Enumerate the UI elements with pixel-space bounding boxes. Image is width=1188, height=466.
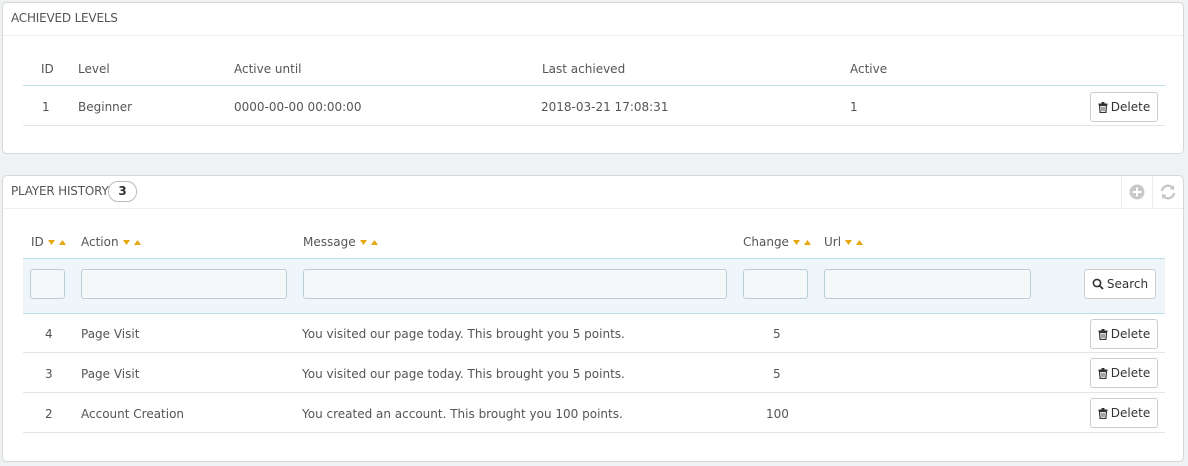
row-divider [23,352,1165,353]
sort-asc-icon[interactable] [58,239,66,245]
filter-url-input[interactable] [824,269,1031,299]
sort-asc-icon[interactable] [856,239,864,245]
sort-controls [792,236,813,250]
player-history-panel: PLAYER HISTORY 3 ID Action Message Chang… [2,175,1184,462]
cell-last-achieved: 2018-03-21 17:08:31 [541,100,669,114]
sort-desc-icon[interactable] [122,239,130,245]
search-label: Search [1106,277,1149,291]
filter-row: Search [23,258,1165,314]
sort-controls [359,236,380,250]
cell-level: Beginner [78,100,133,114]
sort-controls [845,236,865,250]
cell-change: 5 [773,367,781,381]
delete-button[interactable]: Delete [1090,319,1158,349]
column-header-label: Action [81,235,119,249]
row-divider [23,432,1165,433]
delete-button[interactable]: Delete [1090,358,1158,388]
column-header-label: Url [824,235,842,249]
column-header-label: Message [303,235,356,249]
row-divider [23,125,1165,126]
column-header-level: Level [78,62,110,76]
panel-heading: PLAYER HISTORY 3 [3,176,1183,209]
sort-desc-icon[interactable] [47,239,55,245]
cell-message: You visited our page today. This brought… [302,327,625,341]
cell-id: 1 [42,100,50,114]
trash-icon [1098,328,1108,340]
column-header-url: Url [824,235,865,250]
cell-change: 5 [773,327,781,341]
refresh-button[interactable] [1152,176,1183,208]
cell-change: 100 [766,407,789,421]
delete-label: Delete [1110,406,1151,420]
delete-label: Delete [1110,366,1151,380]
trash-icon [1098,101,1108,113]
cell-action: Page Visit [81,327,140,341]
panel-title: PLAYER HISTORY [11,184,109,198]
cell-id: 3 [45,367,53,381]
sort-controls [47,236,68,250]
trash-icon [1098,367,1108,379]
filter-action-input[interactable] [81,269,287,299]
column-header-label: Change [743,235,789,249]
panel-toolbar [1121,176,1183,208]
cell-active-until: 0000-00-00 00:00:00 [234,100,362,114]
panel-heading: ACHIEVED LEVELS [3,3,1183,36]
column-header-label: ID [31,235,44,249]
cell-action: Account Creation [81,407,185,421]
column-header-active: Active [850,62,888,76]
column-header-message: Message [303,235,380,250]
column-header-change: Change [743,235,813,250]
cell-active: 1 [850,100,858,114]
column-header-action: Action [81,235,143,250]
count-badge: 3 [108,181,137,202]
search-icon [1092,278,1104,290]
achieved-levels-panel: ACHIEVED LEVELS ID Level Active until La… [2,2,1184,154]
delete-label: Delete [1110,100,1151,114]
column-header-id: ID [31,235,68,250]
sort-asc-icon[interactable] [803,239,811,245]
sort-desc-icon[interactable] [845,239,853,245]
sort-asc-icon[interactable] [370,239,378,245]
column-header-last-achieved: Last achieved [542,62,626,76]
row-divider [23,392,1165,393]
sort-asc-icon[interactable] [133,239,141,245]
column-header-active-until: Active until [234,62,302,76]
delete-label: Delete [1110,327,1151,341]
add-new-button[interactable] [1121,176,1152,208]
plus-circle-icon [1129,184,1145,200]
sort-desc-icon[interactable] [792,239,800,245]
filter-change-input[interactable] [743,269,808,299]
panel-title: ACHIEVED LEVELS [11,11,118,25]
cell-message: You created an account. This brought you… [302,407,623,421]
cell-id: 2 [45,407,53,421]
cell-id: 4 [45,327,53,341]
cell-action: Page Visit [81,367,140,381]
header-divider [23,85,1165,86]
delete-button[interactable]: Delete [1090,92,1158,122]
trash-icon [1098,407,1108,419]
search-button[interactable]: Search [1084,269,1156,299]
refresh-icon [1160,184,1176,200]
cell-message: You visited our page today. This brought… [302,367,625,381]
delete-button[interactable]: Delete [1090,398,1158,428]
filter-message-input[interactable] [303,269,727,299]
filter-id-input[interactable] [30,269,65,299]
column-header-id: ID [41,62,54,76]
sort-controls [122,236,143,250]
sort-desc-icon[interactable] [359,239,367,245]
